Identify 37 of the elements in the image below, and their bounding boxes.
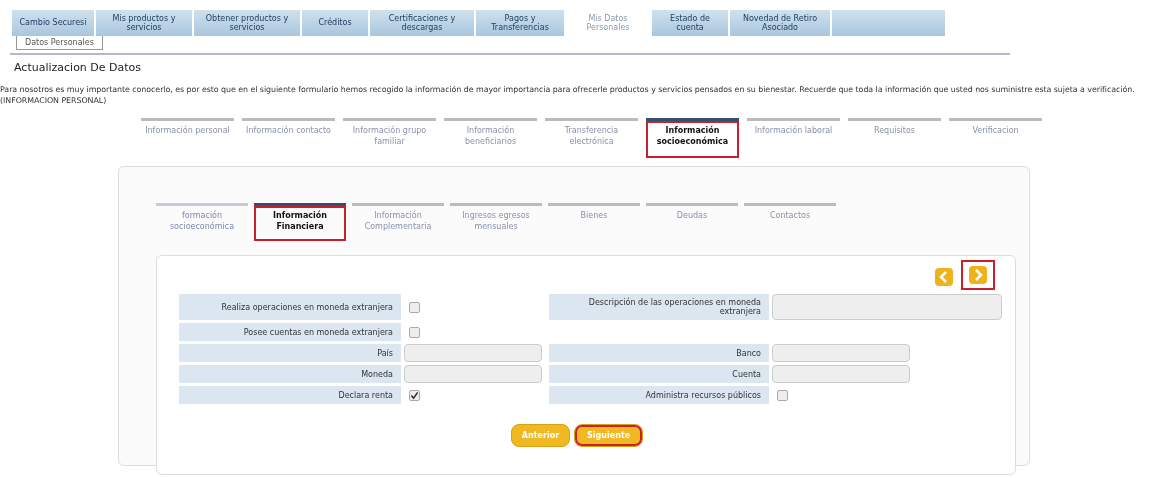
wizard-substep[interactable]: Deudas <box>646 203 738 242</box>
nav-tab[interactable]: Mis productos y servicios <box>96 10 192 36</box>
wizard-step[interactable]: Información personal <box>141 118 234 159</box>
sub-tab[interactable]: Datos Personales <box>16 36 103 50</box>
wizard-substep[interactable]: Información Financiera <box>254 203 346 242</box>
form-button[interactable]: Anterior <box>510 424 571 448</box>
wizard-step[interactable]: Información socioeconómica <box>646 118 739 159</box>
wizard-step[interactable]: Verificacion <box>949 118 1042 159</box>
field-label: Administra recursos públicos <box>549 386 769 405</box>
wizard-substep[interactable]: Información Complementaria <box>352 203 444 242</box>
field-label: País <box>179 344 401 363</box>
nav-tab[interactable]: Créditos <box>302 10 368 36</box>
nav-tab[interactable]: Estado de cuenta <box>652 10 728 36</box>
field-label: Moneda <box>179 365 401 384</box>
wizard-substep[interactable]: Contactos <box>744 203 836 242</box>
nav-tab[interactable]: Novedad de Retiro Asociado <box>730 10 830 36</box>
nav-tab[interactable]: Cambio Securesi <box>12 10 94 36</box>
wizard-step[interactable]: Transferencia electrónica <box>545 118 638 159</box>
field-label: Declara renta <box>179 386 401 405</box>
field-label: Realiza operaciones en moneda extranjera <box>179 294 401 321</box>
field-label: Posee cuentas en moneda extranjera <box>179 323 401 342</box>
wizard-substep[interactable]: formación socioeconómica <box>156 203 248 242</box>
wizard-step[interactable]: Información grupo familiar <box>343 118 436 159</box>
field-label: Cuenta <box>549 365 769 384</box>
wizard-substep[interactable]: Bienes <box>548 203 640 242</box>
wizard-step[interactable]: Requisitos <box>848 118 941 159</box>
nav-tab[interactable]: Certificaciones y descargas <box>370 10 474 36</box>
field-label: Descripción de las operaciones en moneda extranjera <box>549 294 769 321</box>
wizard-step[interactable]: Información contacto <box>242 118 335 159</box>
wizard-step[interactable]: Información beneficiarios <box>444 118 537 159</box>
form-button[interactable]: Siguiente <box>574 424 644 448</box>
page-title: Actualizacion De Datos <box>14 61 143 74</box>
wizard-substep[interactable]: Ingresos egresos mensuales <box>450 203 542 242</box>
field-label: Banco <box>549 344 769 363</box>
nav-tab[interactable]: Obtener productos y servicios <box>194 10 300 36</box>
wizard-step[interactable]: Información laboral <box>747 118 840 159</box>
nav-tab[interactable]: Pagos y Transferencias <box>476 10 564 36</box>
